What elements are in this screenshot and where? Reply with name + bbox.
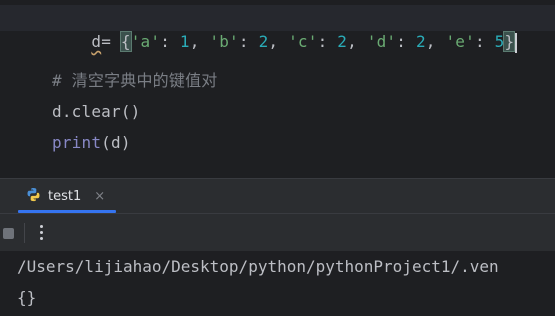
dict-var: d: [91, 32, 102, 51]
value-b: 2: [258, 32, 269, 51]
colon: :: [160, 32, 180, 51]
run-tool-window-header: test1 ×: [0, 179, 555, 213]
key-c: 'c': [288, 32, 318, 51]
print-args: (d): [101, 133, 131, 152]
text-caret: [515, 32, 518, 53]
code-line-dict[interactable]: d= {'a': 1, 'b': 2, 'c': 2, 'd': 2, 'e':…: [52, 6, 518, 53]
close-brace: }: [503, 31, 516, 52]
console-result-line: {}: [17, 288, 37, 307]
comma: ,: [189, 32, 210, 51]
colon: :: [474, 32, 495, 51]
value-c: 2: [337, 32, 348, 51]
code-line-print[interactable]: print(d): [52, 131, 131, 155]
run-tab-test1[interactable]: test1 ×: [26, 179, 105, 213]
stop-icon[interactable]: [3, 228, 14, 239]
code-editor[interactable]: d= {'a': 1, 'b': 2, 'c': 2, 'd': 2, 'e':…: [0, 0, 555, 178]
comma: ,: [347, 32, 367, 51]
colon: :: [317, 32, 338, 51]
value-a: 1: [179, 32, 190, 51]
open-brace: {: [119, 31, 132, 52]
more-vertical-icon[interactable]: [34, 221, 48, 243]
python-icon: [26, 187, 41, 206]
print-builtin: print: [52, 133, 102, 152]
key-d: 'd': [366, 32, 397, 51]
console-output[interactable]: /Users/lijiahao/Desktop/python/pythonPro…: [0, 251, 555, 316]
value-d: 2: [415, 32, 426, 51]
toolbar-separator: [24, 223, 25, 243]
value-e: 5: [494, 32, 505, 51]
colon: :: [396, 32, 416, 51]
close-icon[interactable]: ×: [94, 189, 105, 204]
code-line-clear[interactable]: d.clear(): [52, 100, 141, 124]
key-b: 'b': [209, 32, 239, 51]
key-e: 'e': [445, 32, 475, 51]
code-line-comment[interactable]: # 清空字典中的键值对: [52, 69, 217, 93]
run-tab-label: test1: [48, 188, 82, 204]
key-a: 'a': [130, 32, 161, 51]
comma: ,: [425, 32, 446, 51]
comma: ,: [268, 32, 289, 51]
run-toolbar: [0, 213, 555, 252]
console-path-line: /Users/lijiahao/Desktop/python/pythonPro…: [17, 257, 499, 276]
assign-op: =: [101, 32, 121, 51]
colon: :: [238, 32, 259, 51]
